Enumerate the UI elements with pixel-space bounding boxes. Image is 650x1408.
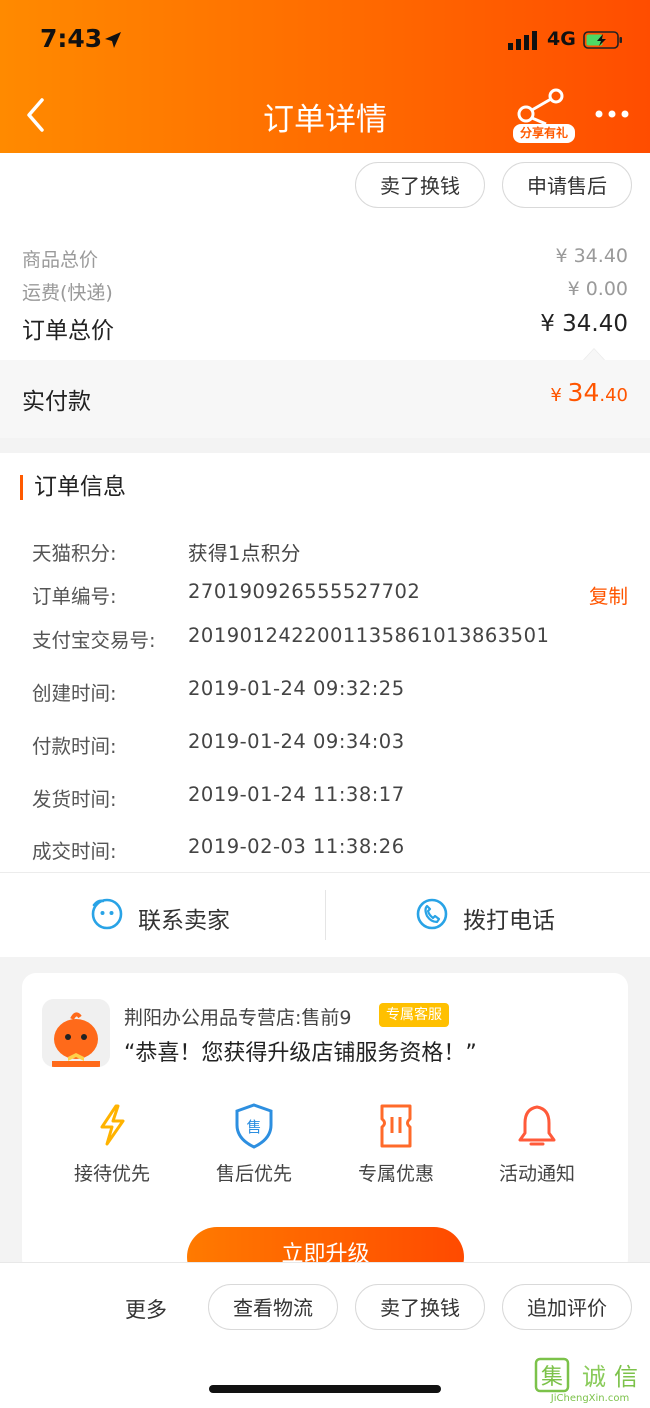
svg-text:诚: 诚 [582, 1363, 606, 1391]
info-value: 2019012422001135861013863501 [188, 624, 550, 647]
shipping-label: 运费(快递) [22, 282, 113, 304]
divider [325, 890, 326, 940]
info-value: 2019-01-24 09:34:03 [188, 730, 405, 753]
goods-total-row: 商品总价 ¥ 34.40 [22, 245, 628, 273]
info-value: 2019-01-24 11:38:17 [188, 783, 405, 806]
exclusive-service-badge: 专属客服 [379, 1003, 449, 1027]
perk-exclusive-discount[interactable]: 专属优惠 [336, 1103, 456, 1185]
info-key: 创建时间: [32, 682, 117, 705]
paid-value: ¥ 34.40 [550, 378, 628, 407]
signal-icon [508, 31, 537, 50]
more-button[interactable]: 更多 [125, 1294, 167, 1324]
view-logistics-button[interactable]: 查看物流 [208, 1284, 338, 1330]
sell-for-cash-bottom-button[interactable]: 卖了换钱 [355, 1284, 485, 1330]
info-row-shipped: 发货时间: 2019-01-24 11:38:17 [32, 783, 628, 811]
mascot-icon [42, 999, 110, 1067]
network-type: 4G [547, 28, 576, 50]
info-row-points: 天猫积分: 获得1点积分 [32, 537, 628, 565]
svg-text:集: 集 [541, 1365, 563, 1390]
paid-decimal: .40 [599, 385, 628, 406]
paid-integer: 34 [567, 378, 600, 407]
contact-seller-label: 联系卖家 [138, 908, 230, 934]
info-value: 2019-02-03 11:38:26 [188, 835, 405, 858]
goods-total-value: ¥ 34.40 [555, 245, 628, 267]
location-arrow-icon [105, 32, 121, 48]
service-upgrade-card: 荆阳办公用品专营店:售前9 专属客服 “恭喜！您获得升级店铺服务资格！” 接待优… [22, 973, 628, 1287]
order-total-row: 订单总价 ¥ 34.40 [22, 311, 628, 344]
order-total-value: ¥ 34.40 [540, 311, 628, 337]
shield-icon: 售 [235, 1103, 273, 1149]
sell-for-cash-button[interactable]: 卖了换钱 [355, 162, 485, 208]
contact-seller-button[interactable]: 联系卖家 [90, 895, 290, 935]
info-key: 订单编号: [32, 585, 117, 608]
perk-label: 专属优惠 [357, 1163, 434, 1185]
perk-event-notification[interactable]: 活动通知 [477, 1103, 597, 1185]
shop-avatar [42, 999, 110, 1067]
bell-icon [518, 1105, 556, 1146]
info-row-created: 创建时间: 2019-01-24 09:32:25 [32, 677, 628, 705]
battery-icon [583, 31, 622, 49]
header-bar: 7:43 4G 订单详情 分享有礼 [0, 0, 650, 153]
after-sales-button[interactable]: 申请售后 [502, 162, 632, 208]
shipping-value: ¥ 0.00 [567, 278, 628, 300]
svg-text:信: 信 [614, 1363, 638, 1391]
order-info-title: 订单信息 [20, 475, 126, 500]
info-key: 成交时间: [32, 840, 117, 863]
home-indicator[interactable] [209, 1385, 441, 1393]
shop-name: 荆阳办公用品专营店:售前9 [124, 1007, 352, 1029]
call-phone-label: 拨打电话 [463, 908, 555, 934]
status-bar: 7:43 4G [0, 22, 650, 62]
info-key: 付款时间: [32, 735, 117, 758]
call-phone-button[interactable]: 拨打电话 [415, 895, 615, 935]
perk-label: 接待优先 [73, 1163, 150, 1185]
watermark-site: JiChengXin.com [550, 1393, 630, 1404]
paid-caret-fill [584, 349, 604, 360]
paid-label: 实付款 [22, 389, 91, 415]
info-value: 获得1点积分 [188, 542, 301, 565]
status-time: 7:43 [40, 24, 103, 53]
divider [0, 872, 650, 873]
perk-after-sales-priority[interactable]: 售 售后优先 [194, 1103, 314, 1185]
goods-total-label: 商品总价 [22, 249, 99, 271]
phone-icon [416, 898, 448, 930]
lightning-icon [100, 1104, 125, 1146]
more-icon[interactable] [594, 104, 630, 124]
chat-face-icon [91, 898, 123, 930]
info-key: 支付宝交易号: [32, 629, 156, 652]
paid-amount-row: 实付款 ¥ 34.40 [0, 360, 650, 438]
watermark-logo: 集 诚 信 [534, 1357, 638, 1393]
info-value: 270190926555527702 [188, 580, 421, 603]
info-value: 2019-01-24 09:32:25 [188, 677, 405, 700]
order-info-card: 订单信息 天猫积分: 获得1点积分 订单编号: 2701909265555277… [0, 453, 650, 957]
ticket-icon [380, 1104, 412, 1148]
paid-currency: ¥ [550, 385, 568, 406]
congrats-message: “恭喜！您获得升级店铺服务资格！” [124, 1041, 477, 1066]
info-row-order-number: 订单编号: 270190926555527702 复制 [32, 580, 628, 608]
svg-text:售: 售 [246, 1118, 261, 1136]
order-total-label: 订单总价 [22, 318, 114, 344]
info-row-alipay: 支付宝交易号: 2019012422001135861013863501 [32, 624, 628, 652]
shipping-row: 运费(快递) ¥ 0.00 [22, 278, 628, 306]
info-key: 发货时间: [32, 788, 117, 811]
info-row-completed: 成交时间: 2019-02-03 11:38:26 [32, 835, 628, 863]
info-key: 天猫积分: [32, 542, 117, 565]
copy-button[interactable]: 复制 [589, 580, 628, 609]
share-gift-label[interactable]: 分享有礼 [513, 124, 575, 143]
info-row-paid: 付款时间: 2019-01-24 09:34:03 [32, 730, 628, 758]
perk-reception-priority[interactable]: 接待优先 [52, 1103, 172, 1185]
perk-label: 活动通知 [498, 1163, 575, 1185]
perk-label: 售后优先 [215, 1163, 292, 1185]
add-review-button[interactable]: 追加评价 [502, 1284, 632, 1330]
